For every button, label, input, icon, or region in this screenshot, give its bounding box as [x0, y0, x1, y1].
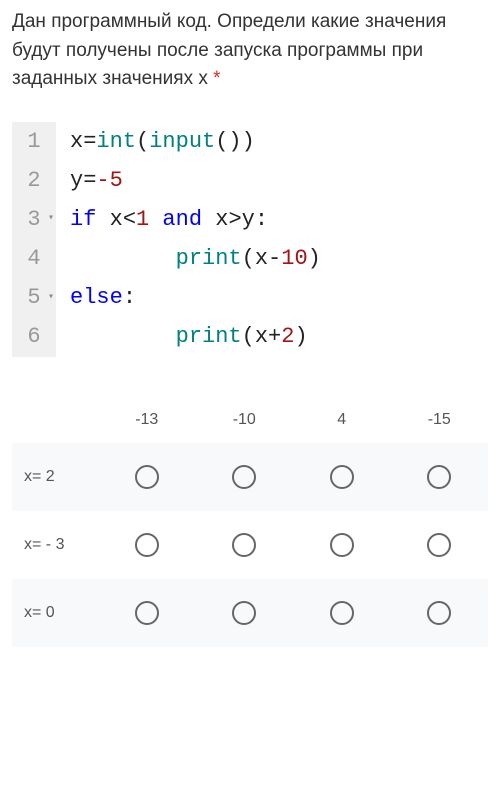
- line-number: 2: [12, 161, 56, 200]
- code-content: else:: [56, 280, 136, 315]
- grid-cell: [196, 579, 294, 647]
- grid-column-header: -10: [196, 397, 294, 443]
- code-content: if x<1 and x>y:: [56, 202, 268, 237]
- radio-option[interactable]: [330, 533, 354, 557]
- code-content: print(x+2): [56, 319, 308, 354]
- grid-cell: [98, 443, 196, 511]
- line-number: 3▾: [12, 200, 56, 239]
- grid-row-label: x= 0: [12, 579, 98, 647]
- radio-option[interactable]: [232, 465, 256, 489]
- radio-option[interactable]: [135, 465, 159, 489]
- radio-option[interactable]: [135, 601, 159, 625]
- grid-cell: [391, 579, 489, 647]
- code-line: 5▾else:: [12, 278, 488, 317]
- radio-option[interactable]: [330, 465, 354, 489]
- grid-cell: [293, 443, 391, 511]
- grid-cell: [98, 511, 196, 579]
- required-asterisk: *: [213, 68, 220, 89]
- answer-grid: -13-104-15 x= 2 x= - 3 x= 0: [12, 397, 488, 647]
- grid-row-label-text: x= 0: [18, 604, 55, 622]
- line-number: 6: [12, 317, 56, 356]
- grid-row-label-text: x= 2: [18, 468, 55, 486]
- grid-row-label: x= - 3: [12, 511, 98, 579]
- grid-column-header: -13: [98, 397, 196, 443]
- grid-cell: [98, 579, 196, 647]
- grid-row-label: x= 2: [12, 443, 98, 511]
- line-number: 4: [12, 239, 56, 278]
- code-line: 1x=int(input()): [12, 122, 488, 161]
- chevron-down-icon: ▾: [48, 211, 54, 227]
- grid-cell: [391, 443, 489, 511]
- radio-option[interactable]: [330, 601, 354, 625]
- grid-header-empty: [12, 406, 98, 434]
- grid-cell: [196, 443, 294, 511]
- code-block: 1x=int(input())2y=-53▾if x<1 and x>y:4 p…: [12, 122, 488, 357]
- code-line: 6 print(x+2): [12, 317, 488, 356]
- code-line: 3▾if x<1 and x>y:: [12, 200, 488, 239]
- radio-option[interactable]: [427, 601, 451, 625]
- question-body: Дан программный код. Определи какие знач…: [12, 11, 446, 89]
- code-content: x=int(input()): [56, 124, 255, 159]
- line-number: 1: [12, 122, 56, 161]
- chevron-down-icon: ▾: [48, 290, 54, 306]
- radio-option[interactable]: [427, 465, 451, 489]
- grid-column-header: 4: [293, 397, 391, 443]
- radio-option[interactable]: [232, 601, 256, 625]
- grid-column-header: -15: [391, 397, 489, 443]
- grid-row-label-text: x= - 3: [18, 536, 64, 554]
- question-text: Дан программный код. Определи какие знач…: [12, 8, 488, 94]
- code-line: 2y=-5: [12, 161, 488, 200]
- grid-cell: [293, 511, 391, 579]
- code-line: 4 print(x-10): [12, 239, 488, 278]
- grid-cell: [391, 511, 489, 579]
- radio-option[interactable]: [232, 533, 256, 557]
- radio-option[interactable]: [427, 533, 451, 557]
- code-content: y=-5: [56, 163, 123, 198]
- code-content: print(x-10): [56, 241, 321, 276]
- grid-cell: [293, 579, 391, 647]
- radio-option[interactable]: [135, 533, 159, 557]
- line-number: 5▾: [12, 278, 56, 317]
- grid-cell: [196, 511, 294, 579]
